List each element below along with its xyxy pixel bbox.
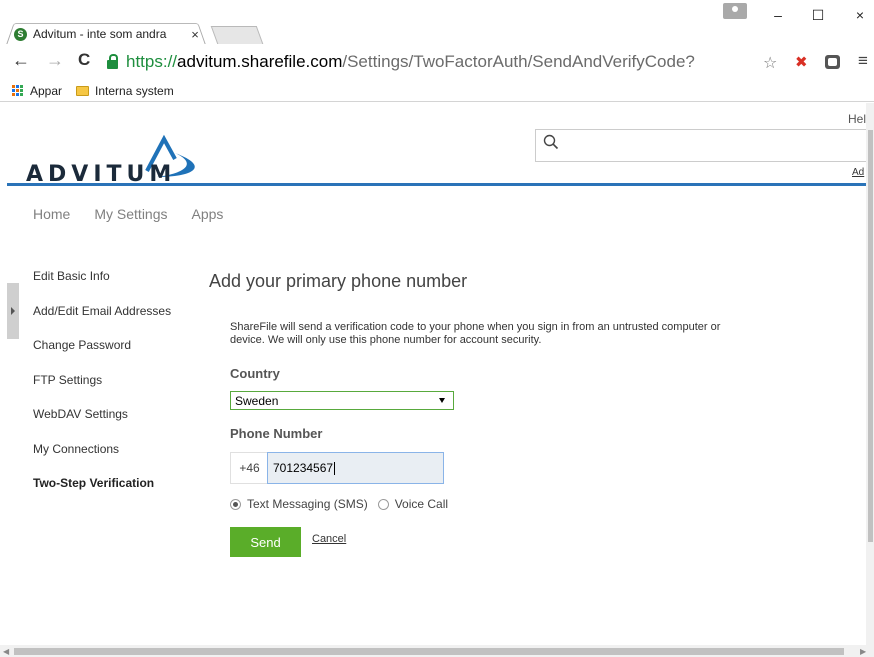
reload-icon[interactable]: C [78,50,90,70]
apps-grid-icon [12,84,24,97]
phone-number-input[interactable]: 701234567 [267,452,444,484]
bookmarks-bar: Appar Interna system [0,80,874,102]
back-arrow-icon[interactable]: ← [12,50,30,71]
site-favicon-icon: S [14,27,27,41]
header-divider [7,183,866,186]
country-label: Country [230,366,280,381]
cancel-link[interactable]: Cancel [312,533,346,545]
profile-icon[interactable] [723,3,747,19]
sidebar-item-webdav-settings[interactable]: WebDAV Settings [33,407,171,442]
sms-radio[interactable] [230,498,241,510]
sidebar-item-ftp-settings[interactable]: FTP Settings [33,373,171,408]
vertical-scrollbar-thumb[interactable] [868,130,873,542]
sidebar-item-my-connections[interactable]: My Connections [33,442,171,477]
address-bar[interactable]: https://advitum.sharefile.com/Settings/T… [103,49,793,75]
search-icon[interactable] [543,134,559,150]
bookmark-apps[interactable]: Appar [30,84,62,98]
sidebar-item-two-step-verification[interactable]: Two-Step Verification [33,476,171,511]
browser-tab-content[interactable]: S Advitum - inte som andra × [14,24,202,44]
sidebar-item-change-password[interactable]: Change Password [33,338,171,373]
phone-number-value: 701234567 [273,461,334,475]
page-title: Add your primary phone number [209,271,468,291]
text-caret [334,461,336,475]
search-input[interactable] [535,129,866,162]
extension-icon[interactable]: ✖ [795,53,808,71]
url-path: /Settings/TwoFactorAuth/SendAndVerifyCod… [342,52,695,71]
top-navigation: Home My Settings Apps [33,206,247,222]
sidebar-item-edit-basic-info[interactable]: Edit Basic Info [33,269,171,304]
nav-my-settings[interactable]: My Settings [94,206,167,222]
forward-arrow-icon[interactable]: → [46,50,64,71]
browser-menu-icon[interactable]: ≡ [858,51,868,71]
dropdown-arrow-icon [439,398,445,403]
nav-home[interactable]: Home [33,206,70,222]
voice-call-label[interactable]: Voice Call [395,497,448,511]
country-code-prefix: +46 [230,452,268,484]
nav-apps[interactable]: Apps [192,206,224,222]
minimize-button[interactable]: – [764,4,792,26]
folder-icon [76,85,90,96]
close-window-button[interactable]: × [846,4,874,26]
form-description: ShareFile will send a verification code … [230,321,721,346]
delivery-method-group: Text Messaging (SMS) Voice Call [230,497,448,511]
country-select[interactable]: Sweden [230,391,454,410]
scroll-right-arrow-icon[interactable]: ▶ [860,647,866,656]
sms-label[interactable]: Text Messaging (SMS) [247,497,368,511]
horizontal-scrollbar-thumb[interactable] [14,648,844,655]
page-viewport: ADVITUM Hel Ad Home My Settings Apps Edi… [0,103,866,645]
country-selected-value: Sweden [235,393,279,408]
bookmark-interna-system[interactable]: Interna system [95,84,174,98]
voice-call-radio[interactable] [377,498,389,510]
scroll-left-arrow-icon[interactable]: ◀ [3,647,9,656]
url-host: advitum.sharefile.com [177,52,343,71]
extension-square-icon[interactable] [825,55,840,69]
phone-number-label: Phone Number [230,426,323,441]
maximize-button[interactable]: ☐ [804,4,832,26]
tab-close-icon[interactable]: × [188,27,202,42]
side-panel-toggle[interactable] [7,283,19,339]
new-tab-button[interactable] [210,26,264,44]
admin-link[interactable]: Ad [852,167,864,178]
sidebar-item-email-addresses[interactable]: Add/Edit Email Addresses [33,304,171,339]
help-link[interactable]: Hel [848,112,866,126]
lock-icon [107,53,118,69]
tab-title: Advitum - inte som andra [33,27,167,41]
send-button[interactable]: Send [230,527,301,557]
url-scheme: https:// [126,52,178,71]
settings-sidebar: Edit Basic Info Add/Edit Email Addresses… [33,269,171,511]
bookmark-star-icon[interactable]: ☆ [763,53,777,73]
